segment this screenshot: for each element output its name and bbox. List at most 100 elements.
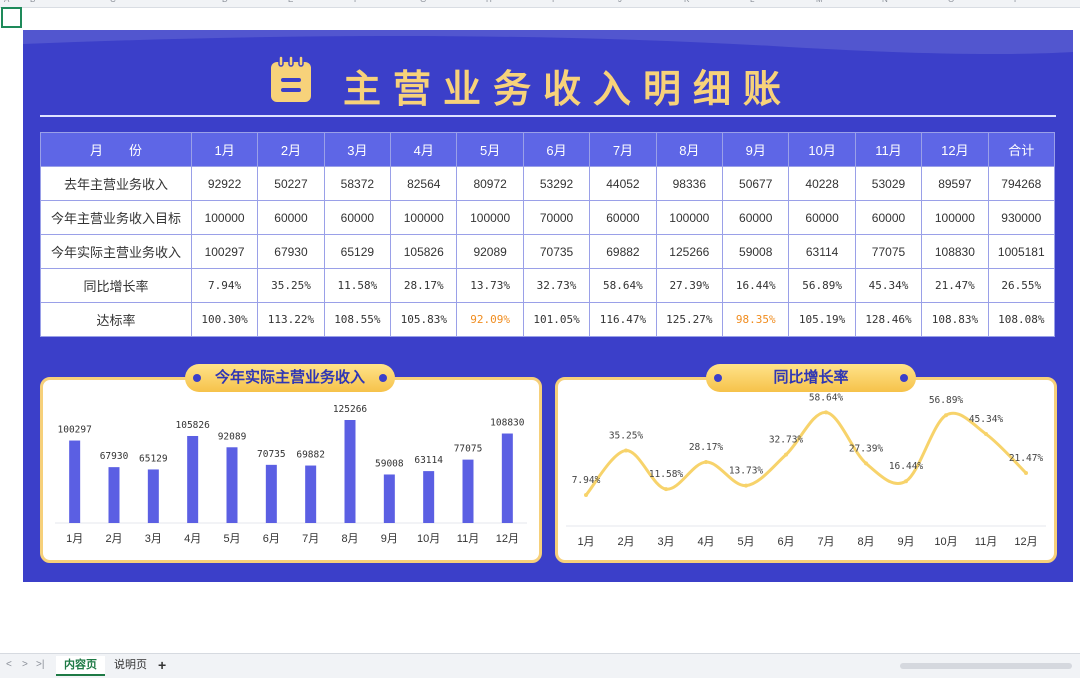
table-cell[interactable]: 128.46% [854,302,923,337]
row-label[interactable]: 去年主营业务收入 [40,166,192,201]
table-cell[interactable]: 108.55% [323,302,392,337]
table-cell[interactable]: 100000 [390,200,458,235]
table-cell[interactable]: 50677 [722,166,790,201]
table-cell[interactable]: 80972 [456,166,524,201]
table-cell[interactable]: 53029 [854,166,923,201]
table-cell[interactable]: 70735 [522,234,591,269]
line-point[interactable] [864,461,868,466]
column-letter[interactable]: L [750,0,754,4]
bar[interactable] [423,471,435,523]
table-cell[interactable]: 65129 [323,234,392,269]
table-cell[interactable]: 27.39% [655,268,724,303]
month-header-cell[interactable]: 7月 [589,132,657,167]
line-point[interactable] [704,460,708,465]
column-letter[interactable]: P [1014,0,1019,4]
table-cell[interactable]: 100000 [456,200,524,235]
row-label[interactable]: 达标率 [40,302,192,337]
horizontal-scrollbar[interactable] [900,663,1072,669]
bar[interactable] [147,469,159,523]
bar[interactable] [265,464,277,523]
table-cell[interactable]: 28.17% [390,268,458,303]
bar[interactable] [501,433,513,523]
table-cell[interactable]: 108.83% [921,302,989,337]
next-sheet-nav-icon[interactable]: > [22,659,28,670]
table-cell[interactable]: 56.89% [788,268,856,303]
month-header-cell[interactable]: 5月 [456,132,524,167]
growth-line[interactable] [584,410,1028,497]
add-sheet-button[interactable]: + [150,656,174,674]
table-cell[interactable]: 60000 [722,200,790,235]
line-point[interactable] [784,452,788,457]
month-header-cell[interactable]: 4月 [390,132,458,167]
table-cell[interactable]: 105826 [390,234,458,269]
month-header-cell[interactable]: 12月 [921,132,989,167]
first-sheet-nav-icon[interactable]: < [6,659,12,670]
total-header-cell[interactable]: 合计 [987,132,1056,167]
bar[interactable] [305,465,317,523]
table-cell[interactable]: 92089 [456,234,524,269]
table-cell[interactable]: 105.19% [788,302,856,337]
last-sheet-nav-icon[interactable]: >| [36,659,44,670]
bar[interactable] [187,435,199,523]
bar[interactable] [462,459,474,523]
sheet-tab-notes[interactable]: 说明页 [106,656,155,674]
month-header-cell[interactable]: 1月 [190,132,259,167]
table-cell[interactable]: 53292 [522,166,591,201]
table-cell[interactable]: 1005181 [987,234,1056,269]
table-cell[interactable]: 63114 [788,234,856,269]
table-cell[interactable]: 92.09% [456,302,524,337]
line-point[interactable] [984,432,988,437]
table-cell[interactable]: 60000 [854,200,923,235]
table-cell[interactable]: 125.27% [655,302,724,337]
table-cell[interactable]: 108.08% [987,302,1056,337]
row-label[interactable]: 同比增长率 [40,268,192,303]
column-letter[interactable]: C [110,0,116,4]
line-point[interactable] [1024,470,1028,475]
table-cell[interactable]: 60000 [788,200,856,235]
line-point[interactable] [744,483,748,488]
month-header-cell[interactable]: 10月 [788,132,856,167]
table-cell[interactable]: 794268 [987,166,1056,201]
bar[interactable] [383,474,395,523]
table-cell[interactable]: 100000 [190,200,259,235]
table-cell[interactable]: 930000 [987,200,1056,235]
table-cell[interactable]: 50227 [257,166,325,201]
table-cell[interactable]: 35.25% [257,268,325,303]
table-cell[interactable]: 113.22% [257,302,325,337]
month-header-cell[interactable]: 3月 [323,132,392,167]
table-cell[interactable]: 77075 [854,234,923,269]
column-letter[interactable]: A [4,0,9,4]
line-point[interactable] [944,413,948,418]
bar[interactable] [344,420,356,523]
column-letter[interactable]: J [618,0,622,4]
column-letter[interactable]: E [288,0,293,4]
table-cell[interactable]: 16.44% [722,268,790,303]
column-letter[interactable]: I [552,0,554,4]
table-cell[interactable]: 100.30% [190,302,259,337]
line-point[interactable] [584,493,588,498]
bar[interactable] [69,440,81,523]
column-letter[interactable]: O [948,0,954,4]
table-cell[interactable]: 116.47% [589,302,657,337]
sheet-tab-content[interactable]: 内容页 [56,656,105,676]
column-letter[interactable]: B [30,0,35,4]
table-cell[interactable]: 60000 [257,200,325,235]
table-cell[interactable]: 13.73% [456,268,524,303]
line-point[interactable] [664,487,668,492]
table-cell[interactable]: 92922 [190,166,259,201]
table-cell[interactable]: 60000 [323,200,392,235]
line-point[interactable] [624,448,628,453]
row-label[interactable]: 今年主营业务收入目标 [40,200,192,235]
table-cell[interactable]: 7.94% [190,268,259,303]
table-cell[interactable]: 59008 [722,234,790,269]
column-letter[interactable]: D [222,0,228,4]
table-cell[interactable]: 32.73% [522,268,591,303]
table-cell[interactable]: 125266 [655,234,724,269]
bar[interactable] [226,447,238,523]
line-point[interactable] [824,410,828,415]
table-cell[interactable]: 69882 [589,234,657,269]
selected-cell[interactable] [1,7,22,28]
table-cell[interactable]: 40228 [788,166,856,201]
table-cell[interactable]: 58.64% [589,268,657,303]
table-cell[interactable]: 26.55% [987,268,1056,303]
